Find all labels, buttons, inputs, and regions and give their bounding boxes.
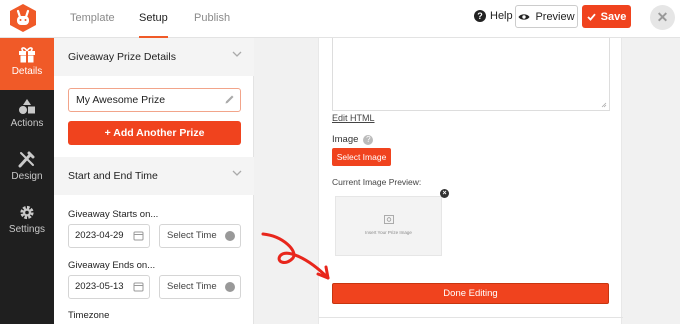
tab-template[interactable]: Template (70, 0, 115, 38)
prize-name-input[interactable]: My Awesome Prize (68, 88, 241, 112)
nav-label-design: Design (11, 171, 43, 182)
nav-item-details[interactable]: Details (0, 38, 54, 90)
starts-label: Giveaway Starts on... (68, 209, 159, 220)
image-preview: Insert Your Prize Image (335, 196, 442, 256)
image-label: Image (332, 134, 359, 145)
done-editing-button[interactable]: Done Editing (332, 283, 609, 304)
start-date-input[interactable]: 2023-04-29 (68, 224, 150, 248)
timezone-label: Timezone (68, 310, 110, 321)
shapes-icon (19, 99, 35, 114)
checkmark-icon (587, 13, 596, 21)
select-image-button[interactable]: Select Image (332, 148, 391, 166)
image-caption: Insert Your Prize Image (365, 230, 412, 235)
nav-item-actions[interactable]: Actions (0, 90, 54, 142)
prize-name-value: My Awesome Prize (76, 94, 166, 106)
nav-item-settings[interactable]: Settings (0, 196, 54, 248)
clock-icon (225, 282, 235, 292)
prize-section-header[interactable]: Giveaway Prize Details (54, 38, 254, 76)
nav-label-settings: Settings (8, 224, 46, 235)
preview-label: Preview (535, 10, 575, 23)
rafflepress-logo-icon (7, 3, 39, 33)
resize-grip-icon[interactable] (601, 102, 607, 108)
start-date-value: 2023-04-29 (75, 230, 124, 241)
edit-html-link[interactable]: Edit HTML (332, 113, 375, 123)
end-date-value: 2023-05-13 (75, 281, 124, 292)
question-icon: ? (474, 10, 486, 22)
left-nav: Details Actions Design Settings (0, 38, 54, 324)
clock-icon (225, 231, 235, 241)
ends-label: Giveaway Ends on... (68, 260, 156, 271)
plus-icon: + (104, 127, 114, 139)
time-section-title: Start and End Time (68, 170, 158, 182)
save-button[interactable]: Save (582, 5, 631, 28)
image-field-label: Image ? (332, 134, 374, 145)
chevron-down-icon (232, 170, 242, 176)
add-prize-label: Add Another Prize (113, 127, 205, 139)
end-date-input[interactable]: 2023-05-13 (68, 275, 150, 299)
eye-icon (518, 13, 530, 20)
nav-item-design[interactable]: Design (0, 143, 54, 195)
close-icon[interactable]: ✕ (650, 5, 675, 30)
pencil-icon[interactable] (224, 94, 235, 105)
time-section-header[interactable]: Start and End Time (54, 157, 254, 195)
remove-image-icon[interactable]: × (440, 189, 449, 198)
start-time-placeholder: Select Time (167, 230, 217, 241)
help-label: Help (490, 10, 513, 22)
settings-panel: Giveaway Prize Details My Awesome Prize … (54, 38, 254, 324)
start-time-input[interactable]: Select Time (159, 224, 241, 248)
top-bar: Template Setup Publish ? Help Preview Sa… (0, 0, 680, 38)
editor-canvas: Edit HTML Image ? Select Image Current I… (318, 38, 623, 324)
calendar-icon (133, 231, 144, 241)
calendar-icon (133, 282, 144, 292)
current-image-label: Current Image Preview: (332, 177, 422, 187)
gear-icon (20, 205, 34, 220)
prize-section-title: Giveaway Prize Details (68, 51, 176, 63)
help-button[interactable]: ? Help (474, 10, 513, 22)
end-time-placeholder: Select Time (167, 281, 217, 292)
save-label: Save (600, 10, 627, 23)
gift-icon (19, 47, 35, 63)
nav-label-details: Details (11, 66, 43, 77)
tab-publish[interactable]: Publish (194, 0, 230, 38)
divider (319, 317, 623, 318)
preview-button[interactable]: Preview (515, 5, 578, 28)
nav-label-actions: Actions (10, 118, 44, 129)
description-textarea[interactable] (332, 38, 610, 111)
tab-setup[interactable]: Setup (139, 0, 168, 38)
image-placeholder-icon (384, 215, 394, 224)
add-prize-button[interactable]: + Add Another Prize (68, 121, 241, 145)
design-tools-icon (18, 151, 35, 168)
end-time-input[interactable]: Select Time (159, 275, 241, 299)
chevron-down-icon (232, 51, 242, 57)
annotation-arrow-icon (261, 232, 330, 280)
help-tooltip-icon[interactable]: ? (363, 134, 374, 145)
